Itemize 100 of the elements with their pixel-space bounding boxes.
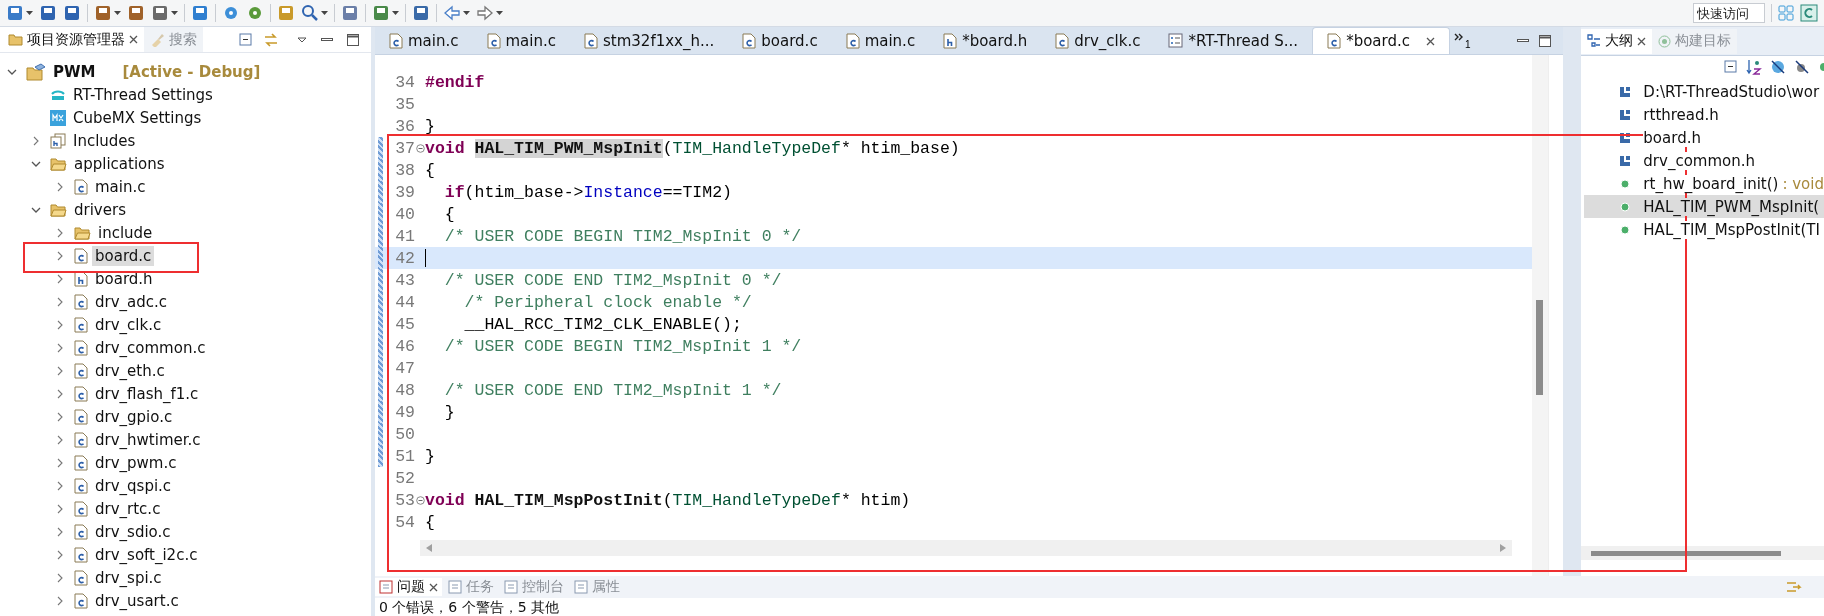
editor-tab[interactable]: main.c	[831, 27, 930, 54]
c-file-icon	[742, 32, 757, 49]
code-line: /* USER CODE END TIM2_MspInit 1 */	[443, 380, 782, 400]
dropdown-caret-icon[interactable]	[463, 11, 470, 15]
close-icon[interactable]	[1425, 36, 1435, 46]
close-icon[interactable]	[429, 582, 438, 592]
line-number: 46	[394, 336, 415, 356]
properties-icon	[574, 580, 588, 594]
hide-fields-icon[interactable]	[1770, 59, 1786, 75]
tree-item[interactable]: drv_clk.c	[92, 314, 165, 335]
tree-item[interactable]: main.c	[92, 176, 149, 197]
editor-tab[interactable]: board.c	[728, 27, 832, 54]
outline-item[interactable]: rt_hw_board_init() : void	[1643, 174, 1824, 193]
dropdown-caret-icon[interactable]	[321, 11, 328, 15]
line-number: 42	[394, 248, 415, 268]
dropdown-caret-icon[interactable]	[392, 11, 399, 15]
tree-item[interactable]: board.c	[92, 245, 155, 266]
outline-item[interactable]: HAL_TIM_PWM_MspInit(	[1643, 197, 1820, 216]
scroll-right-icon[interactable]	[1500, 544, 1507, 552]
wrap-icon[interactable]	[1786, 580, 1802, 594]
sort-icon[interactable]	[1746, 59, 1762, 75]
view-menu-icon[interactable]	[297, 36, 307, 43]
c-file-icon	[74, 546, 88, 563]
search-icon[interactable]	[301, 4, 319, 22]
line-number: 39	[394, 182, 415, 202]
tree-item[interactable]: applications	[71, 153, 168, 174]
maximize-icon[interactable]	[1539, 34, 1552, 47]
panel-tab[interactable]: 大纲	[1581, 28, 1653, 54]
editor-tab[interactable]: *board.h	[929, 27, 1042, 54]
collapse-all-icon[interactable]	[1724, 60, 1738, 74]
fold-toggle-icon[interactable]	[415, 143, 425, 153]
c-file-icon	[74, 316, 88, 333]
tree-item[interactable]: drv_adc.c	[92, 291, 171, 312]
dropdown-caret-icon[interactable]	[171, 11, 178, 15]
code-line: void HAL_TIM_PWM_MspInit(TIM_HandleTypeDef* htim_base)	[425, 138, 960, 158]
link-editor-icon[interactable]	[263, 32, 279, 47]
function-dot-icon	[1619, 200, 1632, 213]
outline-item[interactable]: HAL_TIM_MspPostInit(TI	[1643, 220, 1820, 239]
horizontal-scrollbar[interactable]	[1581, 546, 1824, 560]
outline-item[interactable]: drv_common.h	[1643, 151, 1756, 170]
c-file-icon	[74, 500, 88, 517]
horizontal-scrollbar[interactable]	[420, 540, 1513, 556]
vertical-scrollbar[interactable]	[1532, 55, 1549, 576]
editor-tab[interactable]: stm32f1xx_h...	[570, 27, 729, 54]
c-file-icon	[74, 431, 88, 448]
tree-item[interactable]: drv_rtc.c	[92, 498, 164, 519]
line-number: 43	[394, 270, 415, 290]
include-icon	[1619, 154, 1632, 167]
editor-tab[interactable]: main.c	[472, 27, 570, 54]
back-arrow-icon[interactable]	[443, 4, 461, 22]
tree-item[interactable]: drivers	[71, 199, 129, 220]
tree-item[interactable]: board.h	[92, 268, 156, 289]
tree-item[interactable]: drv_pwm.c	[92, 452, 180, 473]
c-perspective-icon[interactable]	[1800, 4, 1818, 22]
dropdown-caret-icon[interactable]	[114, 11, 121, 15]
tree-item[interactable]: drv_sdio.c	[92, 521, 174, 542]
dropdown-caret-icon[interactable]	[496, 11, 503, 15]
editor-tab[interactable]: drv_clk.c	[1041, 27, 1155, 54]
editor-tab[interactable]: *board.c	[1312, 27, 1450, 54]
tree-item[interactable]: drv_common.c	[92, 337, 209, 358]
outline-item[interactable]: board.h	[1643, 128, 1701, 147]
code-line: }	[425, 446, 435, 466]
close-icon[interactable]	[1637, 36, 1647, 46]
tree-item[interactable]: RT-Thread Settings	[70, 84, 216, 105]
quick-access-field[interactable]: 快速访问	[1693, 3, 1765, 23]
c-file-icon	[74, 293, 88, 310]
tree-item[interactable]: CubeMX Settings	[70, 107, 205, 128]
code-line: {	[425, 160, 435, 180]
forward-arrow-icon[interactable]	[476, 4, 494, 22]
minimize-icon[interactable]	[321, 37, 333, 42]
outline-item[interactable]: D:\RT-ThreadStudio\wor	[1643, 82, 1820, 101]
editor-tab[interactable]: main.c	[375, 27, 473, 54]
line-number: 44	[394, 292, 415, 312]
collapse-all-icon[interactable]	[239, 32, 253, 47]
more-tabs-button[interactable]: 1	[1449, 27, 1475, 54]
tree-item[interactable]: PWM	[50, 61, 99, 82]
include-icon	[1619, 85, 1632, 98]
editor-tab[interactable]: *RT-Thread S...	[1154, 27, 1313, 54]
tree-item[interactable]: drv_eth.c	[92, 360, 168, 381]
tree-item[interactable]: drv_gpio.c	[92, 406, 176, 427]
tree-item[interactable]: include	[95, 222, 156, 243]
scroll-left-icon[interactable]	[426, 544, 432, 552]
close-icon[interactable]	[129, 35, 138, 44]
dropdown-caret-icon[interactable]	[26, 11, 33, 15]
tree-item[interactable]: drv_soft_i2c.c	[92, 544, 201, 565]
tree-item[interactable]: drv_usart.c	[92, 590, 182, 611]
fold-toggle-icon[interactable]	[415, 495, 425, 505]
line-number: 52	[394, 468, 415, 488]
c-file-icon	[584, 32, 598, 49]
code-line: if(htim_base->Instance==TIM2)	[443, 182, 732, 202]
hide-static-icon[interactable]	[1794, 59, 1810, 75]
maximize-icon[interactable]	[347, 33, 359, 46]
panel-tab[interactable]: 问题	[375, 578, 442, 596]
tree-item[interactable]: drv_flash_f1.c	[92, 383, 202, 404]
tree-item[interactable]: drv_qspi.c	[92, 475, 175, 496]
tree-item[interactable]: drv_hwtimer.c	[92, 429, 204, 450]
minimize-icon[interactable]	[1517, 38, 1530, 43]
line-number: 36	[394, 116, 415, 136]
tree-item[interactable]: Includes	[70, 130, 139, 151]
tree-item[interactable]: drv_spi.c	[92, 567, 165, 588]
